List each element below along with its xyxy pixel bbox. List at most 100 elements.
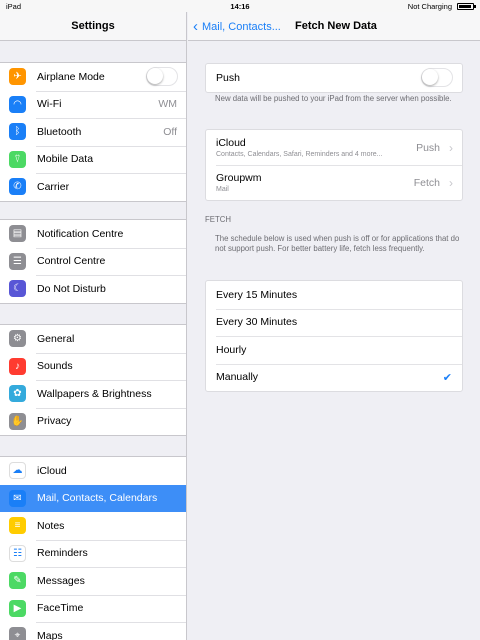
sidebar-item-label: Notification Centre (37, 227, 124, 240)
sidebar-item-label: Maps (37, 629, 63, 640)
checkmark-icon: ✔ (442, 371, 452, 384)
sidebar-item-label: FaceTime (37, 602, 84, 615)
account-detail: Mail (216, 186, 229, 193)
sidebar-item-label: Do Not Disturb (37, 282, 106, 295)
sidebar-item-do-not-disturb[interactable]: ☾ Do Not Disturb (0, 275, 186, 303)
message-icon: ✎ (9, 572, 26, 590)
sidebar-item-label: Wallpapers & Brightness (37, 387, 152, 400)
option-label: Every 30 Minutes (216, 316, 298, 329)
settings-group: ▤ Notification Centre ☰ Control Centre ☾ Do N… (0, 219, 186, 304)
hand-icon: ✋ (9, 412, 26, 430)
fetch-options-card: Every 15 Minutes Every 30 Minutes Hourly… (205, 280, 463, 392)
bluetooth-icon: ᛒ (9, 123, 26, 141)
airplane-mode-toggle[interactable] (146, 67, 178, 87)
flower-icon: ✿ (9, 385, 26, 403)
sidebar-item-label: Sounds (37, 360, 73, 373)
sidebar-item-messages[interactable]: ✎ Messages (0, 567, 186, 595)
sidebar-item-icloud[interactable]: ☁ iCloud (0, 457, 186, 485)
charging-status: Not Charging (407, 2, 452, 11)
sidebar-item-notification-centre[interactable]: ▤ Notification Centre (0, 220, 186, 248)
account-row-groupwm[interactable]: Groupwm Mail Fetch › (206, 165, 462, 200)
sidebar-item-facetime[interactable]: ▶ FaceTime (0, 594, 186, 623)
option-label: Hourly (216, 343, 247, 356)
chevron-right-icon: › (449, 175, 453, 190)
sidebar-item-label: Wi-Fi (37, 98, 62, 111)
settings-group: ☁ iCloud ✉ Mail, Contacts, Calendars ≡ Notes ☷… (0, 456, 186, 640)
push-card: Push (205, 63, 463, 93)
camera-icon: ▶ (9, 599, 26, 617)
sidebar-item-mobile-data[interactable]: ⍢ Mobile Data (0, 145, 186, 174)
push-toggle[interactable] (421, 68, 453, 88)
mail-icon: ✉ (9, 489, 26, 507)
sidebar-item-label: Bluetooth (37, 125, 82, 138)
fetch-option-manually[interactable]: Manually ✔ (206, 363, 462, 392)
sidebar-item-control-centre[interactable]: ☰ Control Centre (0, 247, 186, 276)
settings-sidebar: Settings ✈ Airplane Mode ◠ Wi-Fi WM ᛒ Bluetoot… (0, 12, 187, 640)
sidebar-item-label: iCloud (37, 464, 67, 477)
sidebar-item-notes[interactable]: ≡ Notes (0, 512, 186, 540)
sidebar-item-label: Privacy (37, 415, 72, 428)
sidebar-item-label: General (37, 332, 75, 345)
detail-navbar: ‹ Mail, Contacts... Fetch New Data (188, 12, 480, 41)
account-name: Groupwm (216, 172, 262, 184)
sidebar-item-label: Messages (37, 574, 85, 587)
fetch-option-15[interactable]: Every 15 Minutes (206, 281, 462, 309)
moon-icon: ☾ (9, 280, 26, 298)
push-row: Push (206, 64, 462, 92)
sidebar-item-label: Reminders (37, 547, 88, 560)
sidebar-item-privacy[interactable]: ✋ Privacy (0, 407, 186, 436)
speaker-icon: ♪ (9, 357, 26, 375)
accounts-card: iCloud Contacts, Calendars, Safari, Remi… (205, 129, 463, 201)
sidebar-item-general[interactable]: ⚙ General (0, 325, 186, 353)
airplane-icon: ✈ (9, 68, 26, 86)
settings-group: ⚙ General ♪ Sounds ✿ Wallpapers & Brightness ✋… (0, 324, 186, 436)
fetch-option-30[interactable]: Every 30 Minutes (206, 308, 462, 337)
sidebar-item-reminders[interactable]: ☷ Reminders (0, 539, 186, 568)
page-title: Fetch New Data (295, 20, 377, 32)
notification-icon: ▤ (9, 225, 26, 243)
sidebar-item-carrier[interactable]: ✆ Carrier (0, 173, 186, 201)
sidebar-item-value: WM (158, 98, 177, 111)
sidebar-item-value: Off (163, 125, 177, 138)
fetch-note: The schedule below is used when push is … (215, 234, 460, 253)
sidebar-item-label: Mobile Data (37, 153, 94, 166)
sidebar-item-wallpapers-brightness[interactable]: ✿ Wallpapers & Brightness (0, 380, 186, 408)
account-row-icloud[interactable]: iCloud Contacts, Calendars, Safari, Remi… (206, 130, 462, 165)
sidebar-item-label: Control Centre (37, 255, 106, 268)
wifi-icon: ◠ (9, 95, 26, 113)
push-note: New data will be pushed to your iPad fro… (215, 94, 452, 103)
option-label: Manually (216, 371, 259, 384)
sidebar-item-maps[interactable]: ⌖ Maps (0, 622, 186, 640)
sidebar-item-label: Mail, Contacts, Calendars (37, 492, 158, 505)
sidebar-item-mail-contacts-calendars[interactable]: ✉ Mail, Contacts, Calendars (0, 484, 186, 512)
account-value: Fetch (413, 176, 440, 189)
phone-icon: ✆ (9, 178, 26, 196)
map-icon: ⌖ (9, 627, 26, 640)
sidebar-item-sounds[interactable]: ♪ Sounds (0, 352, 186, 381)
status-bar: iPad 14:16 Not Charging (0, 0, 480, 12)
cloud-icon: ☁ (9, 462, 26, 480)
control-icon: ☰ (9, 252, 26, 270)
back-label: Mail, Contacts... (202, 20, 281, 33)
sidebar-item-wi-fi[interactable]: ◠ Wi-Fi WM (0, 90, 186, 119)
account-value: Push (416, 141, 440, 154)
sidebar-item-label: Airplane Mode (37, 70, 105, 83)
sidebar-item-airplane-mode[interactable]: ✈ Airplane Mode (0, 63, 186, 91)
account-detail: Contacts, Calendars, Safari, Reminders a… (216, 151, 383, 158)
settings-group: ✈ Airplane Mode ◠ Wi-Fi WM ᛒ Bluetooth Off ⍢ Mobi… (0, 62, 186, 202)
list-icon: ☷ (9, 544, 26, 562)
sidebar-item-label: Notes (37, 519, 65, 532)
push-label: Push (216, 71, 240, 84)
account-name: iCloud (216, 137, 246, 149)
fetch-option-hourly[interactable]: Hourly (206, 336, 462, 364)
gear-icon: ⚙ (9, 330, 26, 348)
sidebar-title: Settings (0, 12, 186, 41)
sidebar-item-bluetooth[interactable]: ᛒ Bluetooth Off (0, 118, 186, 146)
fetch-header: FETCH (205, 215, 231, 224)
chevron-right-icon: › (449, 140, 453, 155)
detail-pane: ‹ Mail, Contacts... Fetch New Data Push … (188, 12, 480, 640)
battery-icon (457, 3, 476, 10)
antenna-icon: ⍢ (9, 150, 26, 168)
back-button[interactable]: ‹ Mail, Contacts... (193, 19, 281, 34)
chevron-left-icon: ‹ (193, 18, 198, 35)
